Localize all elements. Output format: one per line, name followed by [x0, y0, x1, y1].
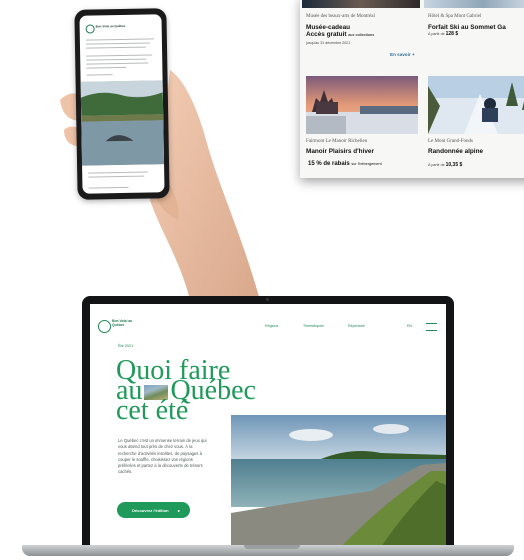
offer-venue: Le Mont Grand-Fonds	[428, 139, 473, 144]
hero-landscape-photo	[231, 415, 446, 547]
language-switch[interactable]: EN	[407, 324, 412, 328]
logo-icon	[85, 24, 95, 34]
offer-venue: Hôtel & Spa Mont Gabriel	[428, 14, 482, 19]
offer-title-2: Accès gratuit aux collections	[306, 31, 375, 38]
offer-price-line: À partir de 128 $	[428, 31, 459, 37]
text-line	[85, 42, 150, 46]
offer-discount: 15 % de rabais sur l'hébergement	[308, 161, 382, 167]
text-line	[88, 186, 129, 189]
nav-link-directory[interactable]: Répertoire	[348, 324, 365, 328]
offer-title: Manoir Plaisirs d'hiver	[306, 148, 374, 155]
laptop-notch	[244, 545, 300, 549]
text-line	[88, 171, 149, 174]
discover-button[interactable]: Découvrez l'édition ▸	[117, 502, 190, 518]
text-line	[86, 58, 147, 62]
phone-screen: Bon Voisi au Québec	[79, 14, 165, 194]
laptop-device: Bon Voisi au Québec Régions Thématiques …	[82, 296, 454, 547]
chevron-right-icon: ▸	[177, 507, 180, 513]
laptop-screen: Bon Voisi au Québec Régions Thématiques …	[90, 304, 446, 547]
offer-venue: Fairmont Le Manoir Richelieu	[306, 139, 368, 144]
phone-device: Bon Voisi au Québec	[74, 8, 170, 200]
breadcrumb[interactable]: Été 2021	[118, 344, 133, 348]
offer-subtitle: jusqu'au 31 décembre 2021	[306, 41, 351, 45]
manoir-photo	[306, 76, 418, 134]
offer-venue: Musée des beaux-arts de Montréal	[306, 14, 375, 19]
intro-paragraph: Le Québec c'est un immense terrain de je…	[118, 438, 207, 475]
text-line	[86, 74, 113, 77]
whale-photo	[80, 80, 165, 166]
text-line	[85, 38, 154, 42]
text-line	[86, 66, 127, 70]
offer-title: Randonnée alpine	[428, 148, 484, 155]
nav-link-themes[interactable]: Thématiques	[303, 324, 324, 328]
text-line	[86, 46, 147, 50]
text-line	[86, 54, 153, 58]
webcam	[266, 298, 269, 301]
text-line	[86, 62, 149, 66]
menu-icon[interactable]	[426, 323, 437, 331]
offer-price-line: À partir de 10,35 $	[428, 162, 463, 168]
offer-more-link[interactable]: En savoir +	[390, 52, 415, 57]
nav-link-regions[interactable]: Régions	[265, 324, 278, 328]
logo-icon[interactable]	[98, 320, 111, 333]
offer-title: Forfait Ski au Sommet Ga	[428, 24, 506, 31]
ski-photo	[428, 76, 524, 134]
phone-brand: Bon Voisi au Québec	[95, 23, 126, 29]
offers-card: Musée des beaux-arts de Montréal Musée-c…	[300, 0, 524, 178]
offer-photo-top-1	[302, 0, 420, 8]
page-title: Quoi faire au Québec cet été	[116, 355, 256, 426]
site-brand[interactable]: Bon Voisi au Québec	[112, 319, 142, 327]
text-line	[88, 175, 145, 178]
offer-photo-top-2	[424, 0, 524, 8]
offer-title: Musée-cadeau	[306, 24, 351, 31]
